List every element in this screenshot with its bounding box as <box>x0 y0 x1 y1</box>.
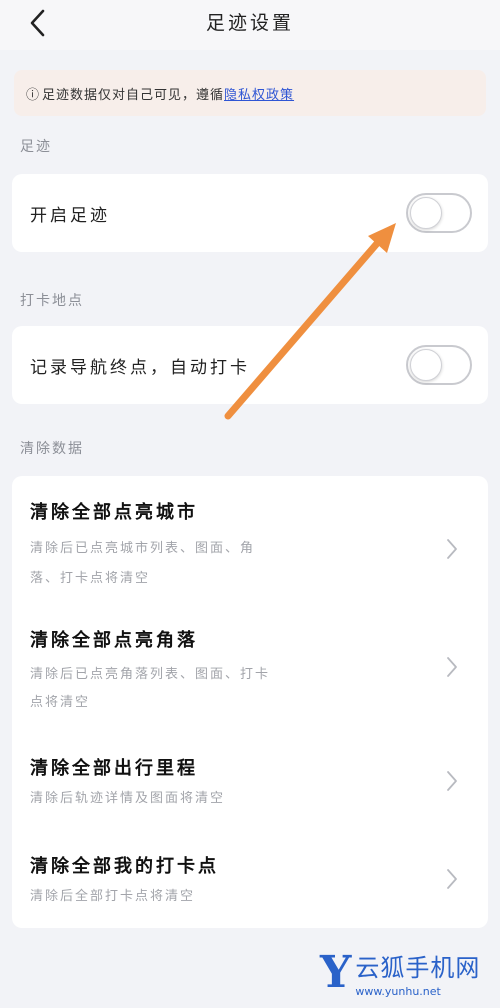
clear-corners-desc-line2: 点将清空 <box>30 695 91 710</box>
nav-header: 足迹设置 <box>0 0 500 50</box>
clear-cities-desc-line2: 落、打卡点将清空 <box>30 571 151 586</box>
chevron-right-icon <box>447 771 457 791</box>
clear-mileage-item[interactable]: 清除全部出行里程 清除后轨迹详情及图面将清空 <box>12 754 488 824</box>
footprint-switch-label: 开启足迹 <box>30 205 110 226</box>
notice-text: 足迹数据仅对自己可见，遵循 <box>42 87 225 103</box>
clear-cities-item[interactable]: 清除全部点亮城市 清除后已点亮城市列表、图面、角 落、打卡点将清空 <box>12 498 488 608</box>
watermark-logo: Y <box>320 947 352 998</box>
chevron-right-icon <box>447 869 457 889</box>
watermark: Y 云狐手机网 www.yunhu.net <box>320 947 481 999</box>
clear-checkins-item[interactable]: 清除全部我的打卡点 清除后全部打卡点将清空 <box>12 852 488 922</box>
clear-corners-desc-line1: 清除后已点亮角落列表、图面、打卡 <box>30 667 271 682</box>
footprint-switch-row: 开启足迹 <box>12 174 488 252</box>
clear-corners-item[interactable]: 清除全部点亮角落 清除后已点亮角落列表、图面、打卡 点将清空 <box>12 626 488 736</box>
footprint-card: 开启足迹 <box>12 174 488 252</box>
checkin-switch-label: 记录导航终点，自动打卡 <box>30 357 250 378</box>
checkin-toggle[interactable] <box>406 345 472 385</box>
clear-checkins-desc: 清除后全部打卡点将清空 <box>30 889 196 904</box>
chevron-right-icon <box>447 657 457 677</box>
watermark-name: 云狐手机网 <box>355 954 481 982</box>
clear-cities-desc-line1: 清除后已点亮城市列表、图面、角 <box>30 541 256 556</box>
clear-mileage-desc: 清除后轨迹详情及图面将清空 <box>30 791 226 806</box>
section-label-checkin: 打卡地点 <box>20 293 84 309</box>
privacy-policy-link[interactable]: 隐私权政策 <box>224 84 294 103</box>
checkin-card: 记录导航终点，自动打卡 <box>12 326 488 404</box>
section-label-footprint: 足迹 <box>20 139 52 155</box>
info-circle-icon: ⓘ <box>26 87 41 103</box>
chevron-right-icon <box>447 539 457 559</box>
privacy-notice: ⓘ 足迹数据仅对自己可见，遵循 隐私权政策 <box>14 70 486 116</box>
page-title: 足迹设置 <box>205 12 294 34</box>
toggle-knob <box>410 349 442 381</box>
clear-mileage-title: 清除全部出行里程 <box>30 758 198 779</box>
clear-cities-title: 清除全部点亮城市 <box>30 502 198 523</box>
clear-data-card: 清除全部点亮城市 清除后已点亮城市列表、图面、角 落、打卡点将清空 清除全部点亮… <box>12 476 488 928</box>
watermark-url: www.yunhu.net <box>355 985 441 998</box>
clear-corners-title: 清除全部点亮角落 <box>30 630 198 651</box>
toggle-knob <box>410 197 442 229</box>
footprint-toggle[interactable] <box>406 193 472 233</box>
checkin-switch-row: 记录导航终点，自动打卡 <box>12 326 488 404</box>
section-label-clear: 清除数据 <box>20 441 84 457</box>
clear-checkins-title: 清除全部我的打卡点 <box>30 856 219 877</box>
